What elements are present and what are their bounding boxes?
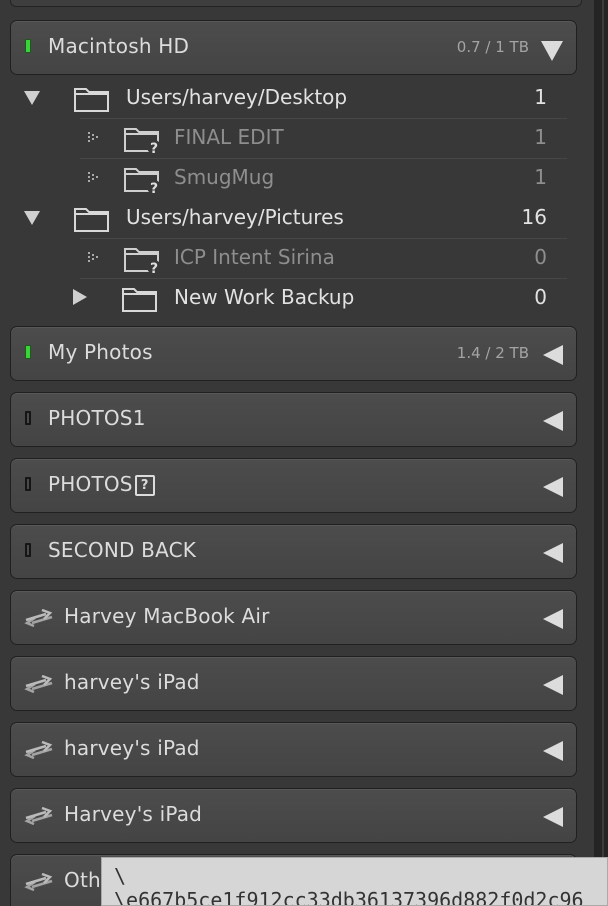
- svg-text:?: ?: [150, 141, 158, 153]
- volume-name: My Photos: [48, 340, 153, 364]
- folder-row[interactable]: ? SmugMug 1: [0, 158, 594, 198]
- missing-folder-icon: ?: [124, 168, 161, 193]
- folder-row[interactable]: ? FINAL EDIT 1: [0, 118, 594, 158]
- volume-macintosh-hd[interactable]: Macintosh HD 0.7 / 1 TB: [10, 20, 577, 75]
- folder-count: 1: [534, 125, 547, 149]
- offline-indicator-icon: [25, 543, 31, 557]
- volume-second-back[interactable]: SECOND BACK: [10, 524, 577, 579]
- missing-folder-icon: ?: [124, 128, 161, 153]
- offline-indicator-icon: [25, 411, 31, 425]
- folder-name: ICP Intent Sirina: [174, 245, 335, 269]
- expand-triangle-icon[interactable]: [543, 411, 563, 431]
- folder-name: Users/harvey/Desktop: [126, 85, 348, 109]
- folder-row[interactable]: ? ICP Intent Sirina 0: [0, 238, 594, 278]
- online-indicator-icon: [25, 39, 31, 53]
- tooltip-line-1: \: [114, 864, 127, 888]
- tooltip-line-2: \e667b5ce1f912cc33db36137396d882f0d2c96: [114, 888, 584, 906]
- subfolder-dots-icon: [88, 252, 98, 262]
- expand-triangle-icon[interactable]: [543, 477, 563, 497]
- volume-name-wrapper: PHOTOS?: [48, 472, 155, 496]
- missing-folder-icon: ?: [124, 248, 161, 273]
- collapsed-triangle-icon[interactable]: [73, 289, 87, 305]
- volume-capacity: 0.7 / 1 TB: [456, 38, 529, 56]
- volume-name: SECOND BACK: [48, 538, 197, 562]
- volume-photos-unknown[interactable]: PHOTOS?: [10, 458, 577, 513]
- folder-name: SmugMug: [174, 165, 275, 189]
- expand-triangle-icon[interactable]: [543, 807, 563, 827]
- sync-arrows-icon: [24, 807, 53, 825]
- subfolder-dots-icon: [88, 172, 98, 182]
- sync-arrows-icon: [24, 873, 53, 891]
- question-mark-icon: ?: [134, 475, 155, 496]
- sync-arrows-icon: [24, 675, 53, 693]
- expand-triangle-icon[interactable]: [543, 675, 563, 695]
- device-name: harvey's iPad: [64, 736, 200, 760]
- folder-name: FINAL EDIT: [174, 125, 284, 149]
- folder-icon: [74, 208, 109, 232]
- volume-capacity: 1.4 / 2 TB: [456, 344, 529, 362]
- expand-triangle-icon[interactable]: [543, 345, 563, 365]
- expand-triangle-icon[interactable]: [24, 91, 40, 105]
- expand-triangle-icon[interactable]: [543, 543, 563, 563]
- collapse-triangle-icon[interactable]: [541, 41, 563, 61]
- volume-photos1[interactable]: PHOTOS1: [10, 392, 577, 447]
- folder-row[interactable]: Users/harvey/Desktop 1: [0, 78, 594, 118]
- folder-name: Users/harvey/Pictures: [126, 205, 344, 229]
- online-indicator-icon: [25, 345, 31, 359]
- svg-text:?: ?: [150, 181, 158, 193]
- expand-triangle-icon[interactable]: [543, 609, 563, 629]
- folder-count: 0: [534, 245, 547, 269]
- volume-name: PHOTOS: [48, 472, 133, 496]
- device-name: harvey's iPad: [64, 670, 200, 694]
- path-tooltip: \ \e667b5ce1f912cc33db36137396d882f0d2c9…: [101, 857, 608, 906]
- device-name: Oth: [64, 868, 101, 892]
- device-harvey-macbook-air[interactable]: Harvey MacBook Air: [10, 590, 577, 645]
- device-harvey-ipad-2[interactable]: harvey's iPad: [10, 722, 577, 777]
- folder-row[interactable]: New Work Backup 0: [0, 278, 594, 318]
- sync-arrows-icon: [24, 609, 53, 627]
- device-harvey-ipad-3[interactable]: Harvey's iPad: [10, 788, 577, 843]
- panel-scrollbar[interactable]: [594, 0, 608, 906]
- volume-name: Macintosh HD: [48, 34, 190, 58]
- device-name: Harvey MacBook Air: [64, 604, 270, 628]
- folder-icon: [122, 288, 157, 312]
- expand-triangle-icon[interactable]: [24, 211, 40, 225]
- device-name: Harvey's iPad: [64, 802, 203, 826]
- device-harvey-ipad-1[interactable]: harvey's iPad: [10, 656, 577, 711]
- folder-name: New Work Backup: [174, 285, 355, 309]
- expand-triangle-icon[interactable]: [543, 741, 563, 761]
- folder-icon: [74, 88, 109, 112]
- folder-count: 16: [521, 205, 547, 229]
- volume-my-photos[interactable]: My Photos 1.4 / 2 TB: [10, 326, 577, 381]
- previous-panel-edge: [10, 0, 582, 7]
- volume-name: PHOTOS1: [48, 406, 146, 430]
- sync-arrows-icon: [24, 741, 53, 759]
- svg-text:?: ?: [150, 261, 158, 273]
- folder-row[interactable]: Users/harvey/Pictures 16: [0, 198, 594, 238]
- folder-count: 1: [534, 165, 547, 189]
- folder-count: 1: [534, 85, 547, 109]
- offline-indicator-icon: [25, 477, 31, 491]
- folder-count: 0: [534, 285, 547, 309]
- subfolder-dots-icon: [88, 132, 98, 142]
